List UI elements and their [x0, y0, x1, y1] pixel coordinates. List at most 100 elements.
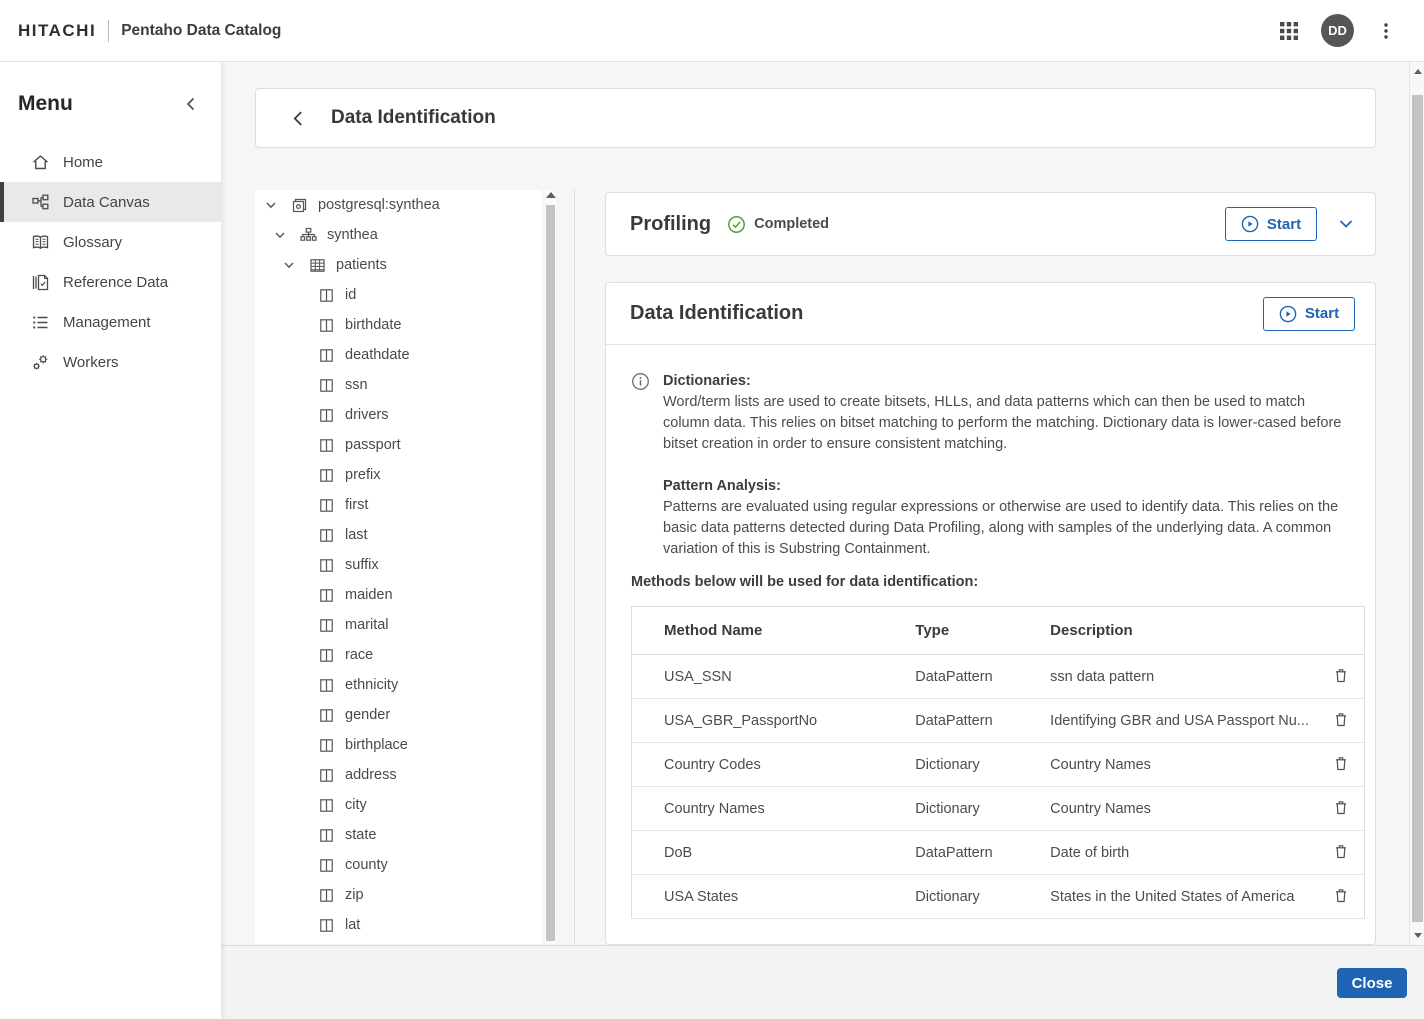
tree-node-gender[interactable]: gender [255, 700, 542, 730]
delete-method-button[interactable] [1326, 662, 1356, 692]
tree-spacer [290, 827, 306, 843]
profiling-start-button[interactable]: Start [1225, 207, 1317, 241]
tree-node-synthea[interactable]: synthea [255, 220, 542, 250]
delete-method-button[interactable] [1326, 838, 1356, 868]
tree-node-first[interactable]: first [255, 490, 542, 520]
product-title: Pentaho Data Catalog [121, 22, 281, 40]
identification-title: Data Identification [630, 302, 803, 325]
cell-actions [1318, 699, 1365, 743]
top-header: HITACHI Pentaho Data Catalog DD [0, 0, 1424, 62]
delete-method-button[interactable] [1326, 794, 1356, 824]
tree-node-lat[interactable]: lat [255, 910, 542, 940]
tree-node-postgresql-synthea[interactable]: postgresql:synthea [255, 190, 542, 220]
methods-table: Method Name Type Description USA_SSNData… [631, 606, 1365, 919]
scroll-up-icon[interactable] [1414, 69, 1422, 74]
tree-node-patients[interactable]: patients [255, 250, 542, 280]
kebab-menu-icon[interactable] [1370, 15, 1402, 47]
column-icon [318, 707, 335, 724]
tree-node-maiden[interactable]: maiden [255, 580, 542, 610]
tree-node-address[interactable]: address [255, 760, 542, 790]
tree-node-last[interactable]: last [255, 520, 542, 550]
column-icon [318, 377, 335, 394]
delete-method-button[interactable] [1326, 882, 1356, 912]
tree-node-birthdate[interactable]: birthdate [255, 310, 542, 340]
chevron-down-icon[interactable] [281, 257, 297, 273]
close-button[interactable]: Close [1337, 968, 1407, 998]
sidebar-item-label: Glossary [63, 234, 122, 251]
chevron-down-icon[interactable] [263, 197, 279, 213]
status-text: Completed [754, 216, 829, 232]
cell-actions [1318, 743, 1365, 787]
sidebar-item-reference-data[interactable]: Reference Data [0, 262, 221, 302]
column-icon [318, 857, 335, 874]
sidebar-item-home[interactable]: Home [0, 142, 221, 182]
column-icon [318, 887, 335, 904]
sidebar-item-glossary[interactable]: Glossary [0, 222, 221, 262]
tree-node-id[interactable]: id [255, 280, 542, 310]
collapse-sidebar-icon[interactable] [181, 94, 201, 114]
cell-name: DoB [632, 831, 884, 875]
tree-node-label: synthea [327, 227, 378, 243]
column-header-type: Type [883, 607, 1018, 655]
column-header-description: Description [1018, 607, 1317, 655]
cell-name: USA_SSN [632, 655, 884, 699]
glossary-icon [31, 233, 50, 252]
identification-start-button[interactable]: Start [1263, 297, 1355, 331]
cell-actions [1318, 831, 1365, 875]
main-area: Data Identification postgresql:synthea sy… [221, 62, 1424, 1019]
delete-method-button[interactable] [1326, 706, 1356, 736]
tree-node-ethnicity[interactable]: ethnicity [255, 670, 542, 700]
tree-spacer [290, 377, 306, 393]
expand-profiling-icon[interactable] [1337, 215, 1355, 233]
delete-method-button[interactable] [1326, 750, 1356, 780]
tree-node-label: address [345, 767, 397, 783]
tree-scrollbar[interactable] [545, 190, 556, 944]
play-circle-icon [1279, 305, 1297, 323]
tree-node-zip[interactable]: zip [255, 880, 542, 910]
apps-grid-icon[interactable] [1273, 15, 1305, 47]
tree-node-ssn[interactable]: ssn [255, 370, 542, 400]
column-icon [318, 407, 335, 424]
scroll-up-icon[interactable] [546, 192, 556, 198]
cell-description: Identifying GBR and USA Passport Nu... [1018, 699, 1317, 743]
panel-divider [574, 190, 575, 944]
chevron-down-icon[interactable] [272, 227, 288, 243]
trash-icon [1333, 843, 1349, 863]
sidebar-item-workers[interactable]: Workers [0, 342, 221, 382]
tree-node-birthplace[interactable]: birthplace [255, 730, 542, 760]
tree-node-race[interactable]: race [255, 640, 542, 670]
tree-node-county[interactable]: county [255, 850, 542, 880]
cell-description: ssn data pattern [1018, 655, 1317, 699]
page-scrollbar-thumb[interactable] [1412, 95, 1423, 922]
back-icon[interactable] [288, 108, 308, 128]
tree-node-deathdate[interactable]: deathdate [255, 340, 542, 370]
sidebar-item-management[interactable]: Management [0, 302, 221, 342]
sidebar-item-label: Reference Data [63, 274, 168, 291]
tree-node-label: birthdate [345, 317, 401, 333]
tree-node-state[interactable]: state [255, 820, 542, 850]
tree-node-marital[interactable]: marital [255, 610, 542, 640]
tree-spacer [290, 437, 306, 453]
tree-spacer [290, 317, 306, 333]
avatar[interactable]: DD [1321, 14, 1354, 47]
cell-name: Country Names [632, 787, 884, 831]
scroll-down-icon[interactable] [1414, 933, 1422, 938]
cell-description: Date of birth [1018, 831, 1317, 875]
cell-actions [1318, 875, 1365, 919]
tree-scrollbar-thumb[interactable] [546, 205, 555, 941]
data-identification-card: Data Identification Start Dictionaries: … [605, 282, 1376, 945]
tree-node-passport[interactable]: passport [255, 430, 542, 460]
tree-node-city[interactable]: city [255, 790, 542, 820]
tree-node-prefix[interactable]: prefix [255, 460, 542, 490]
tree-node-label: zip [345, 887, 364, 903]
tree-node-label: ssn [345, 377, 368, 393]
pattern-analysis-heading: Pattern Analysis: [663, 478, 781, 494]
page-title: Data Identification [331, 107, 496, 129]
tree-node-drivers[interactable]: drivers [255, 400, 542, 430]
page-scrollbar[interactable] [1409, 62, 1424, 945]
app-window: HITACHI Pentaho Data Catalog DD Menu Hom… [0, 0, 1424, 1019]
cell-description: Country Names [1018, 743, 1317, 787]
tree-node-suffix[interactable]: suffix [255, 550, 542, 580]
sidebar-item-label: Management [63, 314, 151, 331]
sidebar-item-data-canvas[interactable]: Data Canvas [0, 182, 221, 222]
